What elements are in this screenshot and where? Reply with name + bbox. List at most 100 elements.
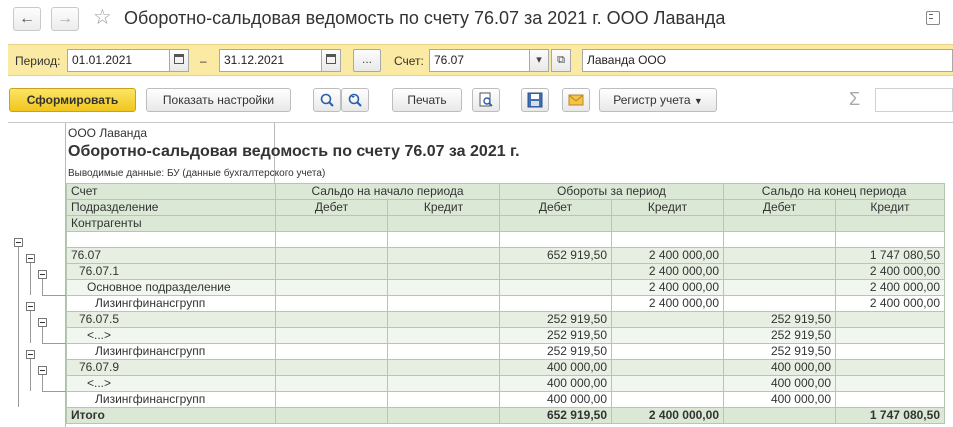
account-field[interactable]: 76.07	[429, 49, 530, 72]
amount-cell[interactable]: 252 919,50	[499, 311, 612, 328]
amount-cell[interactable]	[387, 295, 500, 312]
date-from-calendar-button[interactable]	[169, 49, 189, 72]
amount-cell[interactable]: 652 919,50	[499, 247, 612, 264]
collapse-toggle[interactable]	[26, 302, 35, 311]
amount-cell[interactable]	[387, 343, 500, 360]
amount-cell[interactable]: 400 000,00	[499, 359, 612, 376]
table-row[interactable]: Основное подразделение 2 400 000,00 2 400 …	[66, 279, 945, 296]
table-row[interactable]: 76.07 652 919,50 2 400 000,00 1 747 080,50	[66, 247, 945, 264]
save-button[interactable]	[521, 88, 549, 112]
amount-cell[interactable]	[611, 343, 724, 360]
amount-cell[interactable]	[387, 359, 500, 376]
amount-cell[interactable]	[723, 279, 836, 296]
amount-cell[interactable]	[387, 391, 500, 408]
table-row[interactable]: 76.07.1 2 400 000,00 2 400 000,00	[66, 263, 945, 280]
print-button[interactable]: Печать	[392, 88, 462, 112]
amount-cell[interactable]	[723, 247, 836, 264]
row-name-cell[interactable]: <...>	[66, 327, 276, 344]
amount-cell[interactable]	[611, 359, 724, 376]
generate-button[interactable]: Сформировать	[9, 88, 136, 112]
amount-cell[interactable]: 2 400 000,00	[835, 295, 945, 312]
amount-cell[interactable]: 252 919,50	[723, 327, 836, 344]
amount-cell[interactable]	[387, 311, 500, 328]
amount-cell[interactable]: 252 919,50	[499, 327, 612, 344]
row-name-cell[interactable]: 76.07.9	[66, 359, 276, 376]
amount-cell[interactable]	[387, 279, 500, 296]
show-settings-button[interactable]: Показать настройки	[146, 88, 291, 112]
table-row[interactable]: 76.07.5 252 919,50 252 919,50	[66, 311, 945, 328]
amount-cell[interactable]: 2 400 000,00	[835, 263, 945, 280]
amount-cell[interactable]: 400 000,00	[723, 359, 836, 376]
amount-cell[interactable]	[499, 263, 612, 280]
collapse-toggle[interactable]	[26, 254, 35, 263]
amount-cell[interactable]: 400 000,00	[723, 375, 836, 392]
amount-cell[interactable]	[275, 391, 388, 408]
amount-cell[interactable]	[723, 295, 836, 312]
date-to-field[interactable]: 31.12.2021	[219, 49, 322, 72]
table-row[interactable]: Лизингфинансгрупп 400 000,00 400 000,00	[66, 391, 945, 408]
organization-field[interactable]: Лаванда ООО	[582, 49, 953, 72]
row-name-cell[interactable]: 76.07.5	[66, 311, 276, 328]
amount-cell[interactable]: 2 400 000,00	[835, 279, 945, 296]
collapse-toggle[interactable]	[38, 318, 47, 327]
amount-cell[interactable]	[835, 327, 945, 344]
amount-cell[interactable]	[611, 391, 724, 408]
amount-cell[interactable]	[387, 247, 500, 264]
row-name-cell[interactable]: <...>	[66, 375, 276, 392]
amount-cell[interactable]	[275, 263, 388, 280]
amount-cell[interactable]	[275, 343, 388, 360]
advanced-search-button[interactable]	[341, 88, 369, 112]
amount-cell[interactable]: 1 747 080,50	[835, 247, 945, 264]
amount-cell[interactable]	[275, 359, 388, 376]
amount-cell[interactable]: 252 919,50	[723, 343, 836, 360]
amount-cell[interactable]	[835, 311, 945, 328]
collapse-toggle[interactable]	[26, 350, 35, 359]
amount-cell[interactable]	[835, 375, 945, 392]
amount-cell[interactable]: 252 919,50	[723, 311, 836, 328]
table-row[interactable]: <...> 252 919,50 252 919,50	[66, 327, 945, 344]
table-row[interactable]: Лизингфинансгрупп 2 400 000,00 2 400 000,0…	[66, 295, 945, 312]
account-open-button[interactable]: ⧉	[551, 49, 571, 72]
print-preview-button[interactable]	[472, 88, 500, 112]
collapse-toggle[interactable]	[38, 270, 47, 279]
amount-cell[interactable]	[275, 279, 388, 296]
forward-button[interactable]: →	[51, 7, 79, 31]
back-button[interactable]: ←	[13, 7, 41, 31]
row-name-cell[interactable]: Лизингфинансгрупп	[66, 295, 276, 312]
total-amount-cell[interactable]: 652 919,50	[499, 407, 612, 424]
more-menu-icon[interactable]	[926, 11, 940, 25]
total-amount-cell[interactable]	[723, 407, 836, 424]
amount-cell[interactable]: 2 400 000,00	[611, 247, 724, 264]
row-name-cell[interactable]: Лизингфинансгрупп	[66, 343, 276, 360]
amount-cell[interactable]	[835, 343, 945, 360]
total-row[interactable]: Итого 652 919,50 2 400 000,00 1 747 080,50	[66, 407, 945, 424]
star-icon[interactable]: ☆	[93, 6, 112, 30]
collapse-toggle[interactable]	[38, 366, 47, 375]
amount-cell[interactable]	[275, 327, 388, 344]
amount-cell[interactable]	[275, 247, 388, 264]
table-row[interactable]: <...> 400 000,00 400 000,00	[66, 375, 945, 392]
account-dropdown-button[interactable]: ▾	[529, 49, 549, 72]
amount-cell[interactable]: 400 000,00	[499, 391, 612, 408]
table-row[interactable]: 76.07.9 400 000,00 400 000,00	[66, 359, 945, 376]
amount-cell[interactable]: 2 400 000,00	[611, 295, 724, 312]
amount-cell[interactable]	[611, 375, 724, 392]
amount-cell[interactable]: 2 400 000,00	[611, 263, 724, 280]
amount-cell[interactable]	[275, 295, 388, 312]
amount-cell[interactable]	[387, 327, 500, 344]
amount-cell[interactable]	[723, 263, 836, 280]
collapse-toggle[interactable]	[14, 238, 23, 247]
amount-cell[interactable]	[387, 375, 500, 392]
total-amount-cell[interactable]	[275, 407, 388, 424]
search-button[interactable]	[313, 88, 341, 112]
send-email-button[interactable]	[562, 88, 590, 112]
table-row[interactable]: Лизингфинансгрупп 252 919,50 252 919,50	[66, 343, 945, 360]
date-to-calendar-button[interactable]	[321, 49, 341, 72]
amount-cell[interactable]	[275, 311, 388, 328]
amount-cell[interactable]	[611, 327, 724, 344]
amount-cell[interactable]: 400 000,00	[499, 375, 612, 392]
amount-cell[interactable]	[835, 391, 945, 408]
period-select-button[interactable]: ...	[353, 49, 381, 72]
row-name-cell[interactable]: Лизингфинансгрупп	[66, 391, 276, 408]
report-area[interactable]: ООО Лаванда Оборотно-сальдовая ведомость…	[8, 122, 953, 427]
